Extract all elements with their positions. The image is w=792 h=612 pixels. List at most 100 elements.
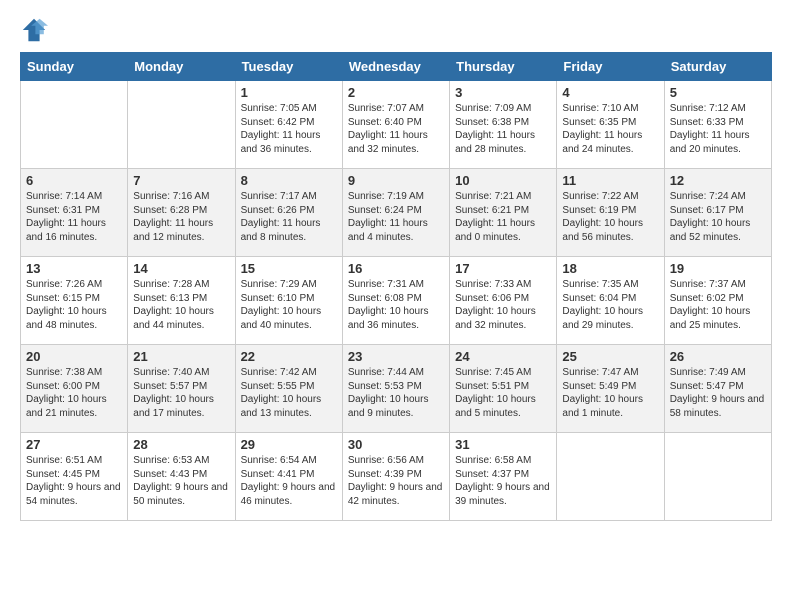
day-info: Sunrise: 7:21 AM Sunset: 6:21 PM Dayligh… xyxy=(455,190,551,244)
day-info: Sunrise: 7:12 AM Sunset: 6:33 PM Dayligh… xyxy=(670,102,766,156)
day-info: Sunrise: 7:49 AM Sunset: 5:47 PM Dayligh… xyxy=(670,366,766,420)
day-cell: 8 Sunrise: 7:17 AM Sunset: 6:26 PM Daylig… xyxy=(235,169,342,257)
day-number: 30 xyxy=(348,437,444,452)
page: SundayMondayTuesdayWednesdayThursdayFrid… xyxy=(0,0,792,533)
day-number: 23 xyxy=(348,349,444,364)
day-info: Sunrise: 6:58 AM Sunset: 4:37 PM Dayligh… xyxy=(455,454,551,508)
column-header-thursday: Thursday xyxy=(450,53,557,81)
day-number: 9 xyxy=(348,173,444,188)
logo xyxy=(20,16,52,44)
day-number: 25 xyxy=(562,349,658,364)
day-info: Sunrise: 7:19 AM Sunset: 6:24 PM Dayligh… xyxy=(348,190,444,244)
column-header-sunday: Sunday xyxy=(21,53,128,81)
day-cell: 28 Sunrise: 6:53 AM Sunset: 4:43 PM Dayli… xyxy=(128,433,235,521)
day-info: Sunrise: 7:10 AM Sunset: 6:35 PM Dayligh… xyxy=(562,102,658,156)
day-cell: 20 Sunrise: 7:38 AM Sunset: 6:00 PM Dayli… xyxy=(21,345,128,433)
day-number: 12 xyxy=(670,173,766,188)
day-cell: 16 Sunrise: 7:31 AM Sunset: 6:08 PM Dayli… xyxy=(342,257,449,345)
day-cell: 21 Sunrise: 7:40 AM Sunset: 5:57 PM Dayli… xyxy=(128,345,235,433)
day-cell: 9 Sunrise: 7:19 AM Sunset: 6:24 PM Daylig… xyxy=(342,169,449,257)
day-number: 31 xyxy=(455,437,551,452)
day-number: 16 xyxy=(348,261,444,276)
day-cell: 13 Sunrise: 7:26 AM Sunset: 6:15 PM Dayli… xyxy=(21,257,128,345)
week-row-1: 1 Sunrise: 7:05 AM Sunset: 6:42 PM Daylig… xyxy=(21,81,772,169)
day-number: 21 xyxy=(133,349,229,364)
day-cell: 29Sunrise: 6:54 AM Sunset: 4:41 PM Dayli… xyxy=(235,433,342,521)
column-header-tuesday: Tuesday xyxy=(235,53,342,81)
day-number: 10 xyxy=(455,173,551,188)
day-cell: 2 Sunrise: 7:07 AM Sunset: 6:40 PM Daylig… xyxy=(342,81,449,169)
day-cell: 15 Sunrise: 7:29 AM Sunset: 6:10 PM Dayli… xyxy=(235,257,342,345)
day-number: 3 xyxy=(455,85,551,100)
day-info: Sunrise: 7:09 AM Sunset: 6:38 PM Dayligh… xyxy=(455,102,551,156)
day-info: Sunrise: 7:38 AM Sunset: 6:00 PM Dayligh… xyxy=(26,366,122,420)
day-cell: 19Sunrise: 7:37 AM Sunset: 6:02 PM Dayli… xyxy=(664,257,771,345)
day-number: 28 xyxy=(133,437,229,452)
day-number: 19 xyxy=(670,261,766,276)
day-info: Sunrise: 7:07 AM Sunset: 6:40 PM Dayligh… xyxy=(348,102,444,156)
day-info: Sunrise: 7:24 AM Sunset: 6:17 PM Dayligh… xyxy=(670,190,766,244)
day-number: 11 xyxy=(562,173,658,188)
day-cell: 25Sunrise: 7:47 AM Sunset: 5:49 PM Dayli… xyxy=(557,345,664,433)
day-cell: 12 Sunrise: 7:24 AM Sunset: 6:17 PM Dayli… xyxy=(664,169,771,257)
day-info: Sunrise: 7:45 AM Sunset: 5:51 PM Dayligh… xyxy=(455,366,551,420)
day-cell xyxy=(664,433,771,521)
day-cell xyxy=(557,433,664,521)
week-row-2: 6 Sunrise: 7:14 AM Sunset: 6:31 PM Daylig… xyxy=(21,169,772,257)
week-row-3: 13 Sunrise: 7:26 AM Sunset: 6:15 PM Dayli… xyxy=(21,257,772,345)
column-header-wednesday: Wednesday xyxy=(342,53,449,81)
day-info: Sunrise: 7:17 AM Sunset: 6:26 PM Dayligh… xyxy=(241,190,337,244)
day-number: 7 xyxy=(133,173,229,188)
day-info: Sunrise: 7:14 AM Sunset: 6:31 PM Dayligh… xyxy=(26,190,122,244)
day-cell: 30 Sunrise: 6:56 AM Sunset: 4:39 PM Dayli… xyxy=(342,433,449,521)
day-info: Sunrise: 7:29 AM Sunset: 6:10 PM Dayligh… xyxy=(241,278,337,332)
day-info: Sunrise: 7:16 AM Sunset: 6:28 PM Dayligh… xyxy=(133,190,229,244)
day-cell: 7 Sunrise: 7:16 AM Sunset: 6:28 PM Daylig… xyxy=(128,169,235,257)
day-info: Sunrise: 6:56 AM Sunset: 4:39 PM Dayligh… xyxy=(348,454,444,508)
day-cell: 14Sunrise: 7:28 AM Sunset: 6:13 PM Dayli… xyxy=(128,257,235,345)
day-info: Sunrise: 6:53 AM Sunset: 4:43 PM Dayligh… xyxy=(133,454,229,508)
day-number: 15 xyxy=(241,261,337,276)
day-info: Sunrise: 7:22 AM Sunset: 6:19 PM Dayligh… xyxy=(562,190,658,244)
day-cell: 24 Sunrise: 7:45 AM Sunset: 5:51 PM Dayli… xyxy=(450,345,557,433)
day-cell: 26 Sunrise: 7:49 AM Sunset: 5:47 PM Dayli… xyxy=(664,345,771,433)
day-info: Sunrise: 6:51 AM Sunset: 4:45 PM Dayligh… xyxy=(26,454,122,508)
day-cell: 3 Sunrise: 7:09 AM Sunset: 6:38 PM Daylig… xyxy=(450,81,557,169)
day-info: Sunrise: 7:40 AM Sunset: 5:57 PM Dayligh… xyxy=(133,366,229,420)
column-header-saturday: Saturday xyxy=(664,53,771,81)
day-info: Sunrise: 7:26 AM Sunset: 6:15 PM Dayligh… xyxy=(26,278,122,332)
day-cell: 1 Sunrise: 7:05 AM Sunset: 6:42 PM Daylig… xyxy=(235,81,342,169)
day-info: Sunrise: 7:33 AM Sunset: 6:06 PM Dayligh… xyxy=(455,278,551,332)
day-info: Sunrise: 6:54 AM Sunset: 4:41 PM Dayligh… xyxy=(241,454,337,508)
day-info: Sunrise: 7:28 AM Sunset: 6:13 PM Dayligh… xyxy=(133,278,229,332)
day-number: 1 xyxy=(241,85,337,100)
day-cell: 6 Sunrise: 7:14 AM Sunset: 6:31 PM Daylig… xyxy=(21,169,128,257)
week-row-4: 20 Sunrise: 7:38 AM Sunset: 6:00 PM Dayli… xyxy=(21,345,772,433)
day-number: 8 xyxy=(241,173,337,188)
day-number: 27 xyxy=(26,437,122,452)
day-number: 6 xyxy=(26,173,122,188)
day-info: Sunrise: 7:05 AM Sunset: 6:42 PM Dayligh… xyxy=(241,102,337,156)
day-number: 17 xyxy=(455,261,551,276)
column-header-monday: Monday xyxy=(128,53,235,81)
day-cell: 18Sunrise: 7:35 AM Sunset: 6:04 PM Dayli… xyxy=(557,257,664,345)
day-cell: 17 Sunrise: 7:33 AM Sunset: 6:06 PM Dayli… xyxy=(450,257,557,345)
day-number: 26 xyxy=(670,349,766,364)
day-number: 24 xyxy=(455,349,551,364)
logo-icon xyxy=(20,16,48,44)
day-number: 2 xyxy=(348,85,444,100)
day-number: 13 xyxy=(26,261,122,276)
day-number: 18 xyxy=(562,261,658,276)
day-number: 22 xyxy=(241,349,337,364)
week-row-5: 27 Sunrise: 6:51 AM Sunset: 4:45 PM Dayli… xyxy=(21,433,772,521)
day-info: Sunrise: 7:31 AM Sunset: 6:08 PM Dayligh… xyxy=(348,278,444,332)
day-number: 20 xyxy=(26,349,122,364)
column-header-friday: Friday xyxy=(557,53,664,81)
day-cell: 4 Sunrise: 7:10 AM Sunset: 6:35 PM Daylig… xyxy=(557,81,664,169)
day-cell: 31 Sunrise: 6:58 AM Sunset: 4:37 PM Dayli… xyxy=(450,433,557,521)
day-info: Sunrise: 7:42 AM Sunset: 5:55 PM Dayligh… xyxy=(241,366,337,420)
day-cell: 23Sunrise: 7:44 AM Sunset: 5:53 PM Dayli… xyxy=(342,345,449,433)
calendar-table: SundayMondayTuesdayWednesdayThursdayFrid… xyxy=(20,52,772,521)
day-cell: 5Sunrise: 7:12 AM Sunset: 6:33 PM Daylig… xyxy=(664,81,771,169)
day-number: 4 xyxy=(562,85,658,100)
